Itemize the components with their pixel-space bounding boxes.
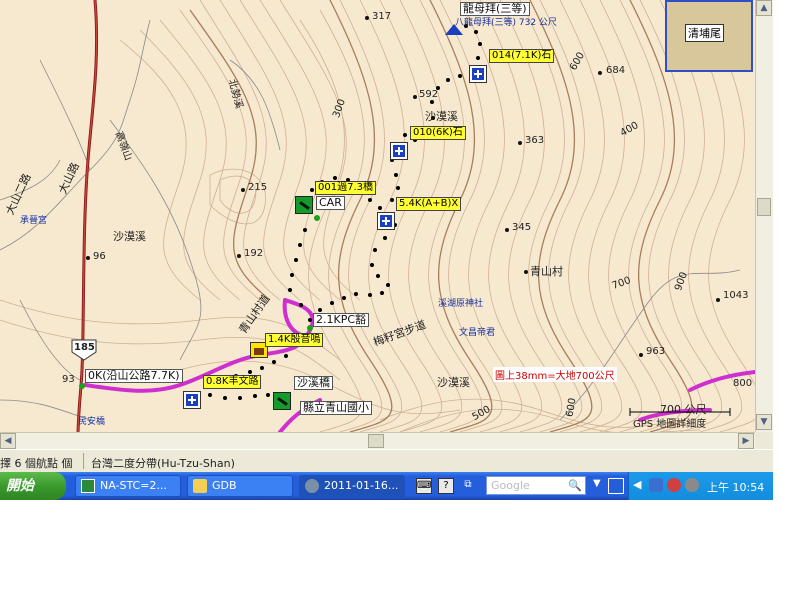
window-icon[interactable] [608,478,624,494]
first-aid-waypoint-icon[interactable] [377,212,395,230]
elevation-label: 363 [525,135,545,146]
scrollbar-corner [755,432,773,449]
taskbar-button-na-stc[interactable]: NA-STC=2... [75,475,181,497]
taskbar-button-label: 2011-01-16... [324,479,399,492]
waypoint-label[interactable]: 014(7.1K)石 [489,49,555,63]
waypoint-label[interactable]: CAR [316,196,345,210]
waypoint-label[interactable]: 0.8K丰文路 [203,375,262,389]
poi-label: 文昌帝君 [459,328,496,338]
scroll-right-icon[interactable]: ▶ [738,433,754,449]
contour-label: 800 [733,378,753,389]
waypoint-label[interactable]: 0K(沿山公路7.7K) [85,369,183,383]
station-elevation-label: 八龍母拜(三等) 732 公尺 [455,18,557,28]
system-clock[interactable]: 上午 10:54 [707,479,764,495]
elevation-label: 963 [646,346,666,357]
horizontal-scroll-thumb[interactable] [368,434,384,448]
waypoint-label[interactable]: 沙溪橋 [294,376,333,390]
map-app-icon [81,479,95,493]
map-app-icon [305,479,319,493]
keyboard-icon[interactable]: ⌨ [416,478,432,494]
poi-label: 承晉宮 [20,216,48,226]
help-icon[interactable]: ? [438,478,454,494]
waypoint-label[interactable]: 010(6K)石 [410,126,466,140]
elevation-label: 317 [372,11,392,22]
place-label: 沙漠溪 [437,376,470,389]
dropdown-arrow-icon[interactable]: ▼ [593,478,601,489]
first-aid-waypoint-icon[interactable] [183,391,201,409]
scroll-left-icon[interactable]: ◀ [0,433,16,449]
elevation-label: 215 [248,182,268,193]
taskbar-button-label: NA-STC=2... [100,479,167,492]
elevation-label: 684 [606,65,626,76]
map-scale-text: 圖上38mm=大地700公尺 [493,367,617,382]
first-aid-waypoint-icon[interactable] [469,65,487,83]
route-shield-label: 185 [74,342,95,353]
scroll-up-icon[interactable]: ▲ [756,0,772,16]
elevation-label: 192 [244,248,264,259]
horizontal-scrollbar[interactable]: ◀ ▶ [0,432,755,449]
search-icon[interactable]: 🔍 [568,479,582,492]
poi-label: 民安橋 [78,417,106,427]
elevation-label: 93 [62,374,75,385]
selection-status: 擇 6 個航點 個 [0,457,73,470]
place-label: 沙漠溪 [425,110,458,123]
triangulation-icon [445,24,463,35]
taskbar-button-gdb[interactable]: GDB [187,475,293,497]
status-bar: 擇 6 個航點 個 台灣二度分帶(Hu-Tzu-Shan) [0,449,773,472]
vertical-scrollbar[interactable]: ▲ ▼ [755,0,773,432]
windows-taskbar: 開始 NA-STC=2... GDB 2011-01-16... ⌨ ? ⧉ G… [0,472,773,500]
taskbar-button-label: GDB [212,479,237,492]
datum-status: 台灣二度分帶(Hu-Tzu-Shan) [91,457,235,470]
scroll-down-icon[interactable]: ▼ [756,414,772,430]
waypoint-label[interactable]: 縣立青山國小 [300,401,372,415]
first-aid-waypoint-icon[interactable] [390,142,408,160]
car-waypoint-icon[interactable] [295,196,313,214]
elevation-label: 1043 [723,290,749,301]
minimap-label: 清埔尾 [685,24,724,42]
vertical-scroll-thumb[interactable] [757,198,771,216]
place-label: 沙漠溪 [113,230,146,243]
waypoint-label[interactable]: 2.1KPC豁 [313,313,370,327]
folder-icon [193,479,207,493]
car-waypoint-icon[interactable] [273,392,291,410]
waypoint-label[interactable]: 5.4K(A+B)X [396,197,462,211]
elevation-label: 592 [419,89,439,100]
waypoint-label[interactable]: 1.4K殷音嗚 [265,333,324,347]
restore-icon[interactable]: ⧉ [460,478,476,494]
place-label: 青山村 [530,265,563,278]
elevation-label: 345 [512,222,532,233]
elevation-label: 96 [93,251,106,262]
overview-minimap[interactable]: 清埔尾 [665,0,753,72]
start-button[interactable]: 開始 [0,472,66,500]
network-icon[interactable] [649,478,663,492]
status-divider [83,453,84,469]
poi-label: 溪湖原神社 [438,299,484,309]
system-tray: ◀ 上午 10:54 [628,472,773,500]
map-canvas[interactable]: 317 684 592 363 400 600 300 215 192 96 3… [0,0,755,432]
mapsource-window: 317 684 592 363 400 600 300 215 192 96 3… [0,0,773,500]
search-placeholder: Google [491,479,530,492]
security-icon[interactable] [667,478,681,492]
waypoint-label[interactable]: 001過7.3橋 [315,181,376,195]
google-search-box[interactable]: Google 🔍 [486,476,586,495]
detail-level-label: GPS 地圖詳細度 [633,419,707,430]
triangulation-station-label: 龍母拜(三等) [460,2,530,16]
taskbar-button-2011-01-16[interactable]: 2011-01-16... [299,475,405,497]
volume-icon[interactable] [685,478,699,492]
tray-expand-icon[interactable]: ◀ [633,478,641,491]
